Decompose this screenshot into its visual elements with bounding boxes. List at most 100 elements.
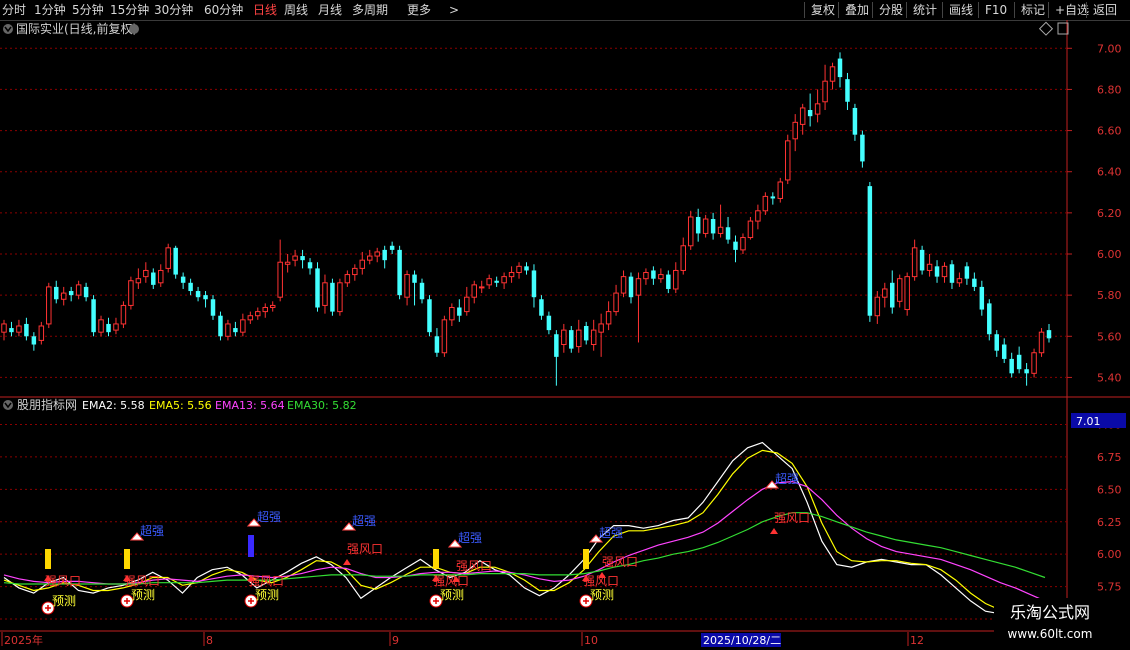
candle-body-up [449, 306, 455, 321]
candle-body-up [337, 282, 343, 313]
signal-label-red: 强风口 [602, 555, 638, 569]
candle-body-down [203, 295, 208, 300]
candle-body-down [666, 274, 671, 289]
candle-body-down [24, 323, 29, 337]
toolbar-action-6[interactable]: 标记 [1014, 2, 1045, 18]
candle-body-up [284, 261, 291, 265]
candle-body-down [382, 249, 387, 261]
toolbar-action-0[interactable]: 复权 [804, 2, 835, 18]
time-label-3: 10 [584, 634, 598, 647]
candle-body-up [814, 103, 821, 115]
candle-body-up [687, 216, 694, 247]
period-tab-7[interactable]: 周线 [284, 2, 308, 18]
toolbar-action-8[interactable]: 返回 [1086, 2, 1117, 18]
period-tab-2[interactable]: 5分钟 [72, 2, 104, 18]
time-label-5: 12 [910, 634, 924, 647]
indicator-collapse-icon [3, 400, 13, 410]
candle-body-up [673, 269, 679, 290]
chart-menu-icon [129, 24, 139, 34]
candle-body-down [1016, 354, 1022, 370]
toolbar-action-2[interactable]: 分股 [872, 2, 903, 18]
main-panel-title: 国际实业(日线,前复权) [16, 21, 137, 36]
candle-body-up [269, 304, 276, 308]
candle-body-up [501, 276, 507, 284]
candle-body-up [158, 269, 164, 284]
candle-body-up [740, 237, 746, 251]
signal-label-blue: 超强 [140, 523, 164, 538]
period-tab-6[interactable]: 日线 [253, 2, 277, 18]
candle-body-down [210, 299, 216, 316]
price-tick-label: 5.60 [1097, 330, 1122, 343]
candle-body-up [240, 319, 246, 333]
candle-body-up [792, 121, 798, 140]
candle-body-up [904, 276, 910, 311]
candle-body-up [247, 315, 254, 321]
up-arrow-icon [770, 528, 778, 534]
period-tab-8[interactable]: 月线 [318, 2, 342, 18]
up-arrow-icon [343, 559, 351, 565]
current-value-label: 7.01 [1076, 415, 1101, 428]
signal-bar [248, 535, 254, 557]
candle-body-down [583, 326, 589, 341]
candle-body-down [434, 336, 440, 353]
toolbar-action-1[interactable]: 叠加 [838, 2, 869, 18]
candle-body-down [845, 79, 850, 102]
candle-body-down [188, 282, 193, 292]
period-tab-5[interactable]: 60分钟 [204, 2, 243, 18]
candle-body-down [569, 330, 574, 349]
period-tab-1[interactable]: 1分钟 [34, 2, 66, 18]
candle-body-down [457, 307, 462, 316]
candle-body-down [546, 315, 552, 331]
candle-body-down [979, 286, 985, 310]
candle-body-down [494, 280, 499, 283]
price-tick-label: 5.40 [1097, 371, 1122, 384]
period-tab-3[interactable]: 15分钟 [110, 2, 149, 18]
candle-body-up [344, 274, 351, 284]
period-tab-0[interactable]: 分时 [2, 2, 26, 18]
candle-body-down [68, 291, 74, 296]
candle-body-down [397, 249, 402, 296]
signal-label-red: 强风口 [347, 542, 383, 556]
signal-label-yellow: 预测 [131, 588, 155, 602]
candle-body-down [725, 227, 731, 240]
toolbar-action-4[interactable]: 画线 [942, 2, 973, 18]
candle-body-up [777, 181, 784, 199]
candle-body-down [987, 303, 992, 335]
toolbar: 分时 1分钟 5分钟 15分钟 30分钟 60分钟 日线 周线 月线 多周期 更多 > 复权 叠加 分股 统计… [0, 0, 1130, 21]
candle-body-down [710, 219, 716, 234]
candle-body-down [807, 110, 813, 117]
candle-body-down [180, 276, 186, 283]
candle-body-up [1031, 352, 1037, 374]
period-tab-10[interactable]: 更多 [407, 2, 431, 18]
toolbar-action-5[interactable]: F10 [978, 2, 1007, 18]
candle-body-up [717, 226, 724, 234]
period-tab-9[interactable]: 多周期 [352, 2, 388, 18]
candle-body-down [733, 241, 738, 250]
price-tick-label: 6.00 [1097, 248, 1122, 261]
candle-body-up [225, 323, 231, 337]
price-tick-label: 5.80 [1097, 289, 1122, 302]
candle-body-up [785, 140, 791, 181]
candle-body-up [658, 274, 664, 280]
watermark-title: 乐淘公式网 [1010, 603, 1090, 622]
indicator-tick-label: 6.00 [1097, 548, 1122, 561]
candle-body-up [882, 288, 888, 298]
toolbar-action-3[interactable]: 统计 [906, 2, 937, 18]
period-tab-4[interactable]: 30分钟 [154, 2, 193, 18]
candle-body-up [38, 325, 45, 341]
candle-body-down [972, 278, 977, 287]
candle-body-up [762, 195, 769, 212]
candle-body-down [867, 186, 873, 316]
toolbar-action-7[interactable]: +自选 [1048, 2, 1089, 18]
candle-body-up [516, 265, 522, 274]
candle-body-down [233, 328, 238, 333]
candle-body-down [651, 270, 656, 279]
more-arrow-icon[interactable]: > [449, 2, 459, 18]
candle-body-up [911, 247, 918, 278]
signal-bar [583, 549, 589, 569]
candle-body-up [352, 267, 358, 276]
candle-body-down [173, 247, 178, 275]
signal-label-blue: 超强 [599, 525, 623, 540]
candle-body-up [60, 292, 67, 300]
candle-body-up [822, 80, 828, 103]
